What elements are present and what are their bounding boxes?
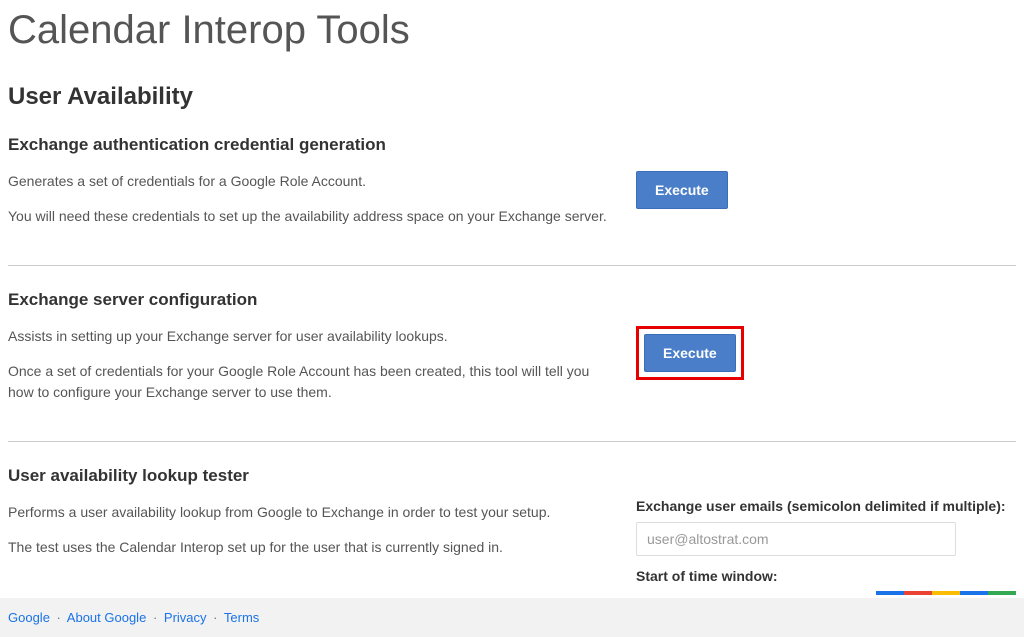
start-time-label: Start of time window: bbox=[636, 568, 1016, 584]
page-title: Calendar Interop Tools bbox=[8, 8, 1016, 53]
footer-link-terms[interactable]: Terms bbox=[224, 610, 259, 625]
execute-button-serverconfig[interactable]: Execute bbox=[644, 334, 736, 372]
emails-input[interactable] bbox=[636, 522, 956, 556]
footer: Google · About Google · Privacy · Terms bbox=[0, 598, 1024, 637]
footer-separator: · bbox=[153, 610, 157, 625]
serverconfig-desc2: Once a set of credentials for your Googl… bbox=[8, 361, 608, 403]
execute-button-credgen[interactable]: Execute bbox=[636, 171, 728, 209]
emails-label: Exchange user emails (semicolon delimite… bbox=[636, 498, 1016, 514]
footer-separator: · bbox=[213, 610, 217, 625]
serverconfig-desc1: Assists in setting up your Exchange serv… bbox=[8, 326, 608, 347]
highlight-box: Execute bbox=[636, 326, 744, 380]
section-heading-user-availability: User Availability bbox=[8, 83, 1016, 111]
section-lookup-tester: User availability lookup tester Performs… bbox=[8, 466, 1016, 604]
footer-link-about[interactable]: About Google bbox=[67, 610, 147, 625]
section-server-config: Exchange server configuration Assists in… bbox=[8, 290, 1016, 442]
footer-link-google[interactable]: Google bbox=[8, 610, 50, 625]
footer-link-privacy[interactable]: Privacy bbox=[164, 610, 207, 625]
credgen-desc1: Generates a set of credentials for a Goo… bbox=[8, 171, 608, 192]
footer-separator: · bbox=[57, 610, 61, 625]
lookuptester-title: User availability lookup tester bbox=[8, 466, 608, 486]
lookuptester-desc2: The test uses the Calendar Interop set u… bbox=[8, 537, 608, 558]
credgen-desc2: You will need these credentials to set u… bbox=[8, 206, 608, 227]
credgen-title: Exchange authentication credential gener… bbox=[8, 135, 608, 155]
section-credential-generation: Exchange authentication credential gener… bbox=[8, 135, 1016, 266]
serverconfig-title: Exchange server configuration bbox=[8, 290, 608, 310]
lookuptester-desc1: Performs a user availability lookup from… bbox=[8, 502, 608, 523]
color-bar bbox=[876, 591, 1016, 595]
